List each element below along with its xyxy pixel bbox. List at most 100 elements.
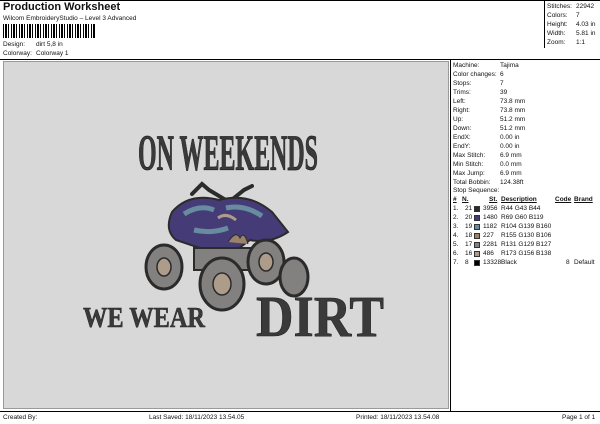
color-swatch [474, 260, 480, 266]
info-value: 51.2 mm [500, 125, 526, 132]
col-brand: Brand [574, 196, 593, 203]
colors-value: 7 [576, 12, 580, 19]
embroidery-artwork: ON WEEKENDS WE WEAR DIRT [83, 124, 385, 349]
color-swatch [474, 251, 480, 257]
stop-stitches: 2281 [483, 241, 498, 248]
design-text-line3: DIRT [256, 284, 384, 349]
stop-needle: 17 [465, 241, 473, 248]
stop-needle: 20 [465, 214, 473, 221]
info-label: Max Stitch: [453, 152, 486, 159]
zoom-label: Zoom: [547, 39, 566, 46]
stitches-label: Stitches: [547, 3, 572, 10]
stop-description: R155 G130 B106 [501, 232, 552, 239]
col-st: St. [489, 196, 498, 203]
stop-description: R173 G156 B138 [501, 250, 552, 257]
stop-code: 8 [566, 259, 570, 266]
stop-index: 7. [453, 259, 459, 266]
stop-stitches: 13328 [483, 259, 502, 266]
page-number: Page 1 of 1 [562, 414, 596, 421]
info-value: 6.9 mm [500, 170, 522, 177]
printed-date: Printed: 18/11/2023 13.54.08 [356, 414, 440, 421]
design-value: dirt 5,8 in [36, 41, 63, 48]
info-label: Total Bobbin: [453, 179, 491, 186]
col-code: Code [555, 196, 572, 203]
info-label: Down: [453, 125, 472, 132]
stats-divider [544, 0, 545, 48]
color-swatch [474, 224, 480, 230]
colors-label: Colors: [547, 12, 568, 19]
info-label: Color changes: [453, 71, 497, 78]
info-label: Min Stitch: [453, 161, 484, 168]
col-description: Description [501, 196, 537, 203]
software-name: Wilcom EmbroideryStudio – Level 3 Advanc… [3, 15, 137, 22]
top-rule [0, 0, 600, 1]
width-label: Width: [547, 30, 566, 37]
info-value: 124.38ft [500, 179, 524, 186]
stop-needle: 21 [465, 205, 473, 212]
col-n: N. [462, 196, 469, 203]
footer: Created By: Last Saved: 18/11/2023 13.54… [0, 411, 600, 424]
info-value: 73.8 mm [500, 107, 526, 114]
stop-index: 6. [453, 250, 459, 257]
info-label: Trims: [453, 89, 471, 96]
design-preview: ON WEEKENDS WE WEAR DIRT [3, 61, 449, 409]
panel-divider [450, 59, 451, 411]
info-value: 7 [500, 80, 504, 87]
info-value: Tajima [500, 62, 519, 69]
stop-needle: 18 [465, 232, 473, 239]
zoom-value: 1:1 [576, 39, 586, 46]
stop-index: 4. [453, 232, 459, 239]
stop-description: R44 G43 B44 [501, 205, 541, 212]
stop-needle: 16 [465, 250, 473, 257]
info-label: Right: [453, 107, 470, 114]
info-label: EndY: [453, 143, 471, 150]
stop-description: R131 G129 B127 [501, 241, 552, 248]
stop-stitches: 1480 [483, 214, 498, 221]
info-label: Stops: [453, 80, 472, 87]
header-rule [0, 59, 600, 60]
design-text-line2: WE WEAR [83, 303, 206, 334]
col-hash: # [453, 196, 457, 203]
stop-needle: 8 [465, 259, 469, 266]
width-value: 5.81 in [576, 30, 596, 37]
info-value: 0.00 in [500, 134, 520, 141]
color-swatch [474, 215, 480, 221]
design-text-line1: ON WEEKENDS [138, 125, 318, 182]
stop-index: 5. [453, 241, 459, 248]
stop-stitches: 1182 [483, 223, 497, 230]
info-label: Max Jump: [453, 170, 485, 177]
stop-description: Black [501, 259, 517, 266]
color-swatch [474, 242, 480, 248]
info-value: 0.0 mm [500, 161, 522, 168]
height-value: 4.03 in [576, 21, 596, 28]
stop-sequence-title: Stop Sequence: [453, 187, 500, 194]
info-value: 51.2 mm [500, 116, 526, 123]
stop-index: 2. [453, 214, 459, 221]
info-value: 39 [500, 89, 508, 96]
stop-stitches: 486 [483, 250, 494, 257]
stop-brand: Default [574, 259, 595, 266]
stitches-value: 22942 [576, 3, 595, 10]
stop-stitches: 227 [483, 232, 494, 239]
colorway-value: Colorway 1 [36, 50, 69, 57]
color-swatch [474, 233, 480, 239]
created-by: Created By: [3, 414, 38, 421]
last-saved: Last Saved: 18/11/2023 13.54.05 [149, 414, 245, 421]
info-value: 73.8 mm [500, 98, 526, 105]
info-label: Up: [453, 116, 464, 123]
info-value: 0.00 in [500, 143, 520, 150]
colorway-label: Colorway: [3, 50, 32, 57]
page-title: Production Worksheet [3, 1, 121, 13]
stop-index: 1. [453, 205, 459, 212]
stop-needle: 19 [465, 223, 473, 230]
barcode [3, 24, 95, 38]
stop-description: R104 G139 B160 [501, 223, 552, 230]
info-label: EndX: [453, 134, 471, 141]
color-swatch [474, 206, 480, 212]
info-value: 6.9 mm [500, 152, 522, 159]
info-value: 6 [500, 71, 504, 78]
info-label: Machine: [453, 62, 480, 69]
height-label: Height: [547, 21, 568, 28]
design-label: Design: [3, 41, 26, 48]
stop-stitches: 3956 [483, 205, 498, 212]
